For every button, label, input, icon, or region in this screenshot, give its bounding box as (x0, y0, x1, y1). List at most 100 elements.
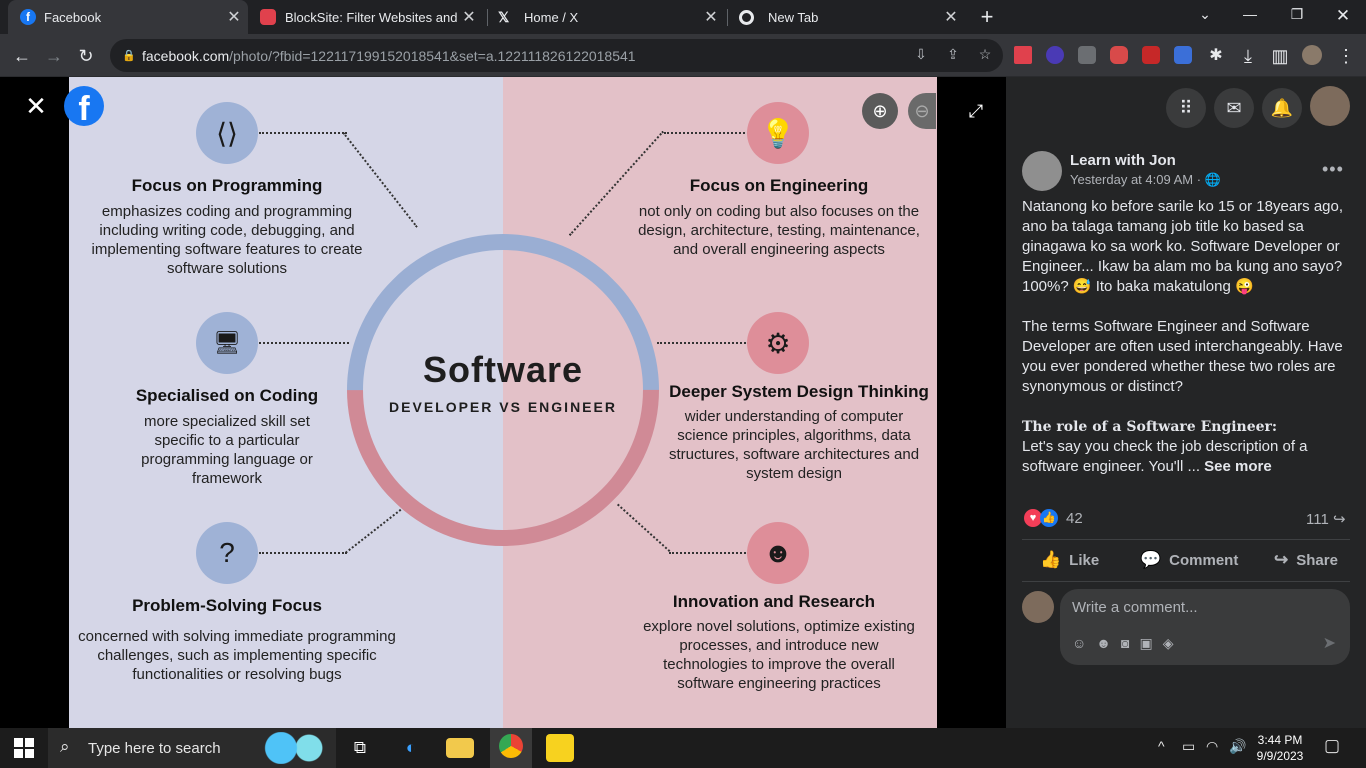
post-panel: ⠿ ✉ 🔔 Learn with Jon Yesterday at 4:09 A… (1006, 77, 1366, 728)
blocksite-extension-icon[interactable] (1110, 46, 1128, 64)
zoom-out-button[interactable]: ⊖ (908, 93, 936, 129)
file-explorer-icon[interactable] (446, 738, 474, 758)
section-heading: Innovation and Research (672, 592, 876, 611)
thumbs-up-icon: 👍 (1040, 550, 1062, 569)
sticky-notes-icon[interactable] (546, 734, 574, 762)
tab-title: BlockSite: Filter Websites and Co (285, 9, 457, 25)
section-description: emphasizes coding and programming includ… (91, 203, 363, 277)
x-icon: 𝕏 (498, 8, 510, 25)
facebook-logo-icon[interactable]: f (64, 86, 104, 128)
volume-icon[interactable]: 🔊 (1229, 738, 1246, 755)
tab-blocksite[interactable]: BlockSite: Filter Websites and Co ✕ (250, 0, 485, 34)
url-text[interactable]: facebook.com/photo/?fbid=122117199152018… (142, 48, 636, 64)
post-time[interactable]: Yesterday at 4:09 AM · 🌐 (1070, 172, 1221, 188)
lock-icon: 🔒 (122, 50, 136, 62)
globe-icon: 🌐 (1204, 172, 1221, 187)
taskbar-search-box[interactable]: ⌕ Type here to search (48, 728, 336, 768)
section-description: wider understanding of computer science … (668, 408, 920, 482)
bookmark-star-icon[interactable]: ☆ (976, 46, 994, 64)
author-avatar[interactable] (1022, 151, 1062, 191)
forward-button[interactable]: → (42, 44, 66, 68)
tab-search-chevron-icon[interactable]: ⌄ (1193, 6, 1217, 26)
chrome-menu-icon[interactable]: ⋮ (1334, 44, 1358, 68)
extension-red-icon[interactable] (1014, 46, 1032, 64)
tab-facebook[interactable]: f Facebook ✕ (8, 0, 248, 34)
like-button[interactable]: 👍 Like (1040, 550, 1099, 570)
close-tab-icon[interactable]: ✕ (226, 7, 242, 27)
section-heading: Focus on Engineering (689, 176, 869, 195)
downloads-icon[interactable]: ⤓ (1236, 44, 1260, 68)
share-button[interactable]: ↪ Share (1274, 550, 1338, 570)
close-window-button[interactable]: ✕ (1331, 6, 1355, 26)
shares-count[interactable]: 111 ↪ (1306, 510, 1346, 528)
account-avatar[interactable] (1310, 86, 1350, 126)
section-heading: Specialised on Coding (135, 386, 319, 405)
tab-strip: f Facebook ✕ BlockSite: Filter Websites … (0, 0, 1366, 34)
post-author[interactable]: Learn with Jon (1070, 152, 1176, 169)
extension-book-icon[interactable] (1142, 46, 1160, 64)
windows-start-icon[interactable] (14, 738, 34, 758)
zoom-in-button[interactable]: ⊕ (862, 93, 898, 129)
send-icon[interactable]: ➤ (1323, 633, 1336, 653)
avatar-sticker-icon[interactable]: ☺ (1072, 635, 1086, 652)
fullscreen-expand-icon[interactable]: ⤢ (966, 101, 986, 121)
close-tab-icon[interactable]: ✕ (943, 7, 959, 27)
close-viewer-button[interactable]: ✕ (24, 93, 48, 119)
extension-doc-icon[interactable] (1174, 46, 1192, 64)
post-body: Natanong ko before sarile ko 15 or 18yea… (1022, 197, 1350, 477)
reload-button[interactable]: ↻ (74, 44, 98, 68)
monitor-code-icon: 🖥 (196, 312, 258, 374)
show-hidden-icons-chevron[interactable]: ^ (1158, 738, 1165, 754)
share-icon: ↪ (1274, 550, 1289, 569)
tab-x[interactable]: 𝕏 Home / X ✕ (490, 0, 725, 34)
profile-avatar[interactable] (1302, 45, 1322, 65)
edge-browser-icon[interactable]: ◐ (397, 734, 425, 762)
notifications-bell-icon[interactable]: 🔔 (1262, 88, 1302, 128)
browser-toolbar: ← → ↻ 🔒 facebook.com/photo/?fbid=1221171… (0, 34, 1366, 77)
extensions-puzzle-icon[interactable]: ✱ (1204, 44, 1228, 68)
comment-placeholder: Write a comment... (1072, 599, 1198, 616)
section-heading: Deeper System Design Thinking (669, 382, 929, 401)
see-more-link[interactable]: See more (1204, 458, 1272, 475)
clock-date: 9/9/2023 (1256, 749, 1304, 763)
connector-line (259, 552, 347, 554)
infographic-title: Software (422, 349, 584, 390)
taskbar-clock[interactable]: 3:44 PM 9/9/2023 (1252, 732, 1308, 764)
commenter-avatar[interactable] (1022, 591, 1054, 623)
more-options-icon[interactable]: ••• (1322, 159, 1344, 180)
tab-title: New Tab (768, 9, 819, 25)
reactions-summary[interactable]: ♥ 👍 42 (1024, 509, 1083, 527)
close-tab-icon[interactable]: ✕ (461, 7, 477, 27)
wifi-icon[interactable]: ◠ (1206, 738, 1218, 755)
address-bar[interactable]: 🔒 facebook.com/photo/?fbid=1221171991520… (110, 39, 1003, 72)
back-button[interactable]: ← (10, 44, 34, 68)
chrome-taskbar-button[interactable] (490, 728, 532, 768)
notification-center-icon[interactable]: ▢ (1324, 736, 1340, 756)
connector-line (669, 552, 749, 554)
connector-line (259, 132, 347, 134)
menu-grid-icon[interactable]: ⠿ (1166, 88, 1206, 128)
task-view-icon[interactable]: ⧉ (346, 734, 374, 762)
messenger-icon[interactable]: ✉ (1214, 88, 1254, 128)
sticker-icon[interactable]: ◈ (1163, 635, 1174, 652)
tab-new-tab[interactable]: New Tab ✕ (730, 0, 965, 34)
comment-button[interactable]: 💬 Comment (1140, 550, 1238, 570)
gif-icon[interactable]: ▣ (1140, 635, 1153, 652)
comment-input[interactable]: Write a comment... ☺ ☻ ◙ ▣ ◈ ➤ (1060, 589, 1350, 665)
infographic-image: Software DEVELOPER VS ENGINEER ⟨⟩ Focus … (69, 77, 937, 728)
question-gear-icon: ? (196, 522, 258, 584)
section-description: concerned with solving immediate program… (78, 628, 396, 683)
close-tab-icon[interactable]: ✕ (703, 7, 719, 27)
battery-icon[interactable]: ▭ (1182, 738, 1195, 755)
minimize-button[interactable]: — (1238, 6, 1262, 26)
restore-button[interactable]: ❐ (1285, 6, 1309, 26)
side-panel-icon[interactable]: ▥ (1268, 44, 1292, 68)
share-icon[interactable]: ⇪ (944, 46, 962, 64)
install-app-icon[interactable]: ⇩ (912, 46, 930, 64)
camera-extension-icon[interactable] (1078, 46, 1096, 64)
emoji-icon[interactable]: ☻ (1096, 635, 1111, 652)
camera-icon[interactable]: ◙ (1121, 635, 1129, 652)
new-tab-button[interactable]: + (976, 5, 998, 29)
extension-circle-icon[interactable] (1046, 46, 1064, 64)
code-brackets-icon: ⟨⟩ (196, 102, 258, 164)
